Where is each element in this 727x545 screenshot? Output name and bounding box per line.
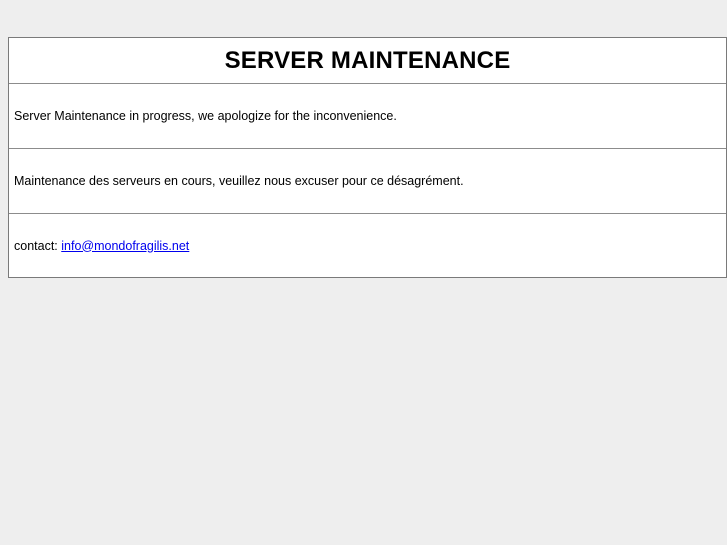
english-message-row: Server Maintenance in progress, we apolo… xyxy=(9,83,726,148)
maintenance-panel: SERVER MAINTENANCE Server Maintenance in… xyxy=(8,37,727,278)
contact-label: contact: xyxy=(14,238,62,253)
english-message: Server Maintenance in progress, we apolo… xyxy=(14,109,397,123)
page-title: SERVER MAINTENANCE xyxy=(224,46,511,74)
french-message-row: Maintenance des serveurs en cours, veuil… xyxy=(9,148,726,213)
title-row: SERVER MAINTENANCE xyxy=(9,38,726,83)
contact-row: contact: info@mondofragilis.net xyxy=(9,213,726,277)
french-message: Maintenance des serveurs en cours, veuil… xyxy=(14,174,464,188)
contact-email-link[interactable]: info@mondofragilis.net xyxy=(61,239,189,253)
